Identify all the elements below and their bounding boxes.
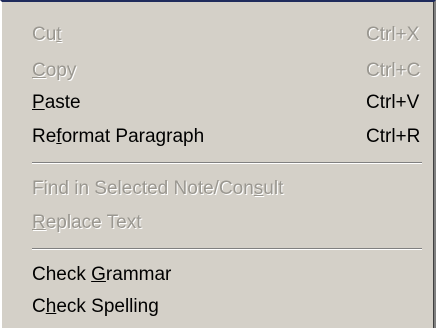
menu-item-cut-shortcut: Ctrl+X [366, 24, 420, 45]
menu-item-reformat-paragraph[interactable]: Reformat Paragraph Ctrl+R [32, 122, 422, 152]
menu-item-find-in-selected-note[interactable]: Find in Selected Note/Consult [32, 174, 422, 204]
menu-item-reformat-paragraph-shortcut: Ctrl+R [366, 126, 421, 147]
menu-item-replace-text[interactable]: Replace Text [32, 208, 422, 238]
menu-item-find-in-selected-note-shortcut [366, 174, 422, 204]
edit-context-menu: Cut Ctrl+X Copy Ctrl+C Paste Ctrl+V Refo… [0, 0, 436, 328]
menu-separator [32, 162, 422, 164]
menu-item-paste[interactable]: Paste Ctrl+V [32, 88, 422, 118]
menu-item-copy-label: Copy [32, 60, 77, 81]
menu-item-find-in-selected-note-label: Find in Selected Note/Consult [32, 178, 284, 199]
menu-item-copy-shortcut: Ctrl+C [366, 60, 421, 81]
menu-item-check-spelling-label: Check Spelling [32, 296, 159, 317]
menu-item-replace-text-shortcut [366, 208, 422, 238]
menu-item-paste-label: Paste [32, 92, 81, 113]
menu-item-check-spelling-shortcut [366, 292, 422, 322]
menu-item-check-grammar[interactable]: Check Grammar [32, 260, 422, 290]
menu-item-cut-label: Cut [32, 24, 62, 45]
menu-item-reformat-paragraph-label: Reformat Paragraph [32, 126, 205, 147]
menu-separator [32, 248, 422, 250]
menu-item-check-spelling[interactable]: Check Spelling [32, 292, 422, 322]
menu-item-check-grammar-label: Check Grammar [32, 264, 172, 285]
menu-item-replace-text-label: Replace Text [32, 212, 142, 233]
menu-item-paste-shortcut: Ctrl+V [366, 92, 420, 113]
menu-item-cut[interactable]: Cut Ctrl+X [32, 20, 422, 50]
menu-item-copy[interactable]: Copy Ctrl+C [32, 56, 422, 86]
menu-item-check-grammar-shortcut [366, 260, 422, 290]
